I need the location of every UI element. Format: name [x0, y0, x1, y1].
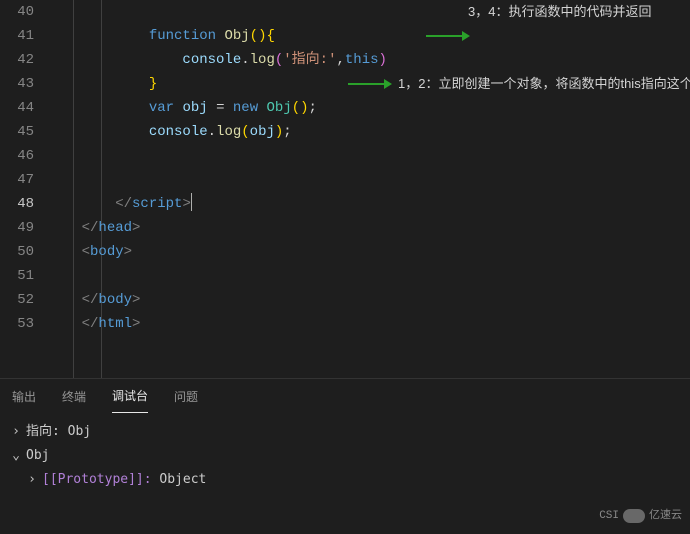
code-line[interactable]: console.log('指向:',this)	[48, 48, 690, 72]
debug-console[interactable]: › 指向: Obj ⌄ Obj › [[Prototype]]: Object	[0, 414, 690, 498]
code-line[interactable]	[48, 264, 690, 288]
code-line[interactable]: function Obj(){	[48, 24, 690, 48]
code-line[interactable]	[48, 144, 690, 168]
console-text: 指向: Obj	[26, 420, 91, 444]
prototype-value: Object	[159, 468, 206, 492]
code-line[interactable]	[48, 168, 690, 192]
prototype-label: [[Prototype]]:	[42, 468, 152, 492]
console-text: Obj	[26, 444, 49, 468]
tab-output[interactable]: 输出	[12, 385, 36, 409]
console-row[interactable]: › 指向: Obj	[10, 420, 680, 444]
code-line[interactable]	[48, 0, 690, 24]
code-editor[interactable]: 4041424344454647484950515253 3，4：执行函数中的代…	[0, 0, 690, 378]
chevron-right-icon[interactable]: ›	[26, 468, 38, 492]
code-line[interactable]: </head>	[48, 216, 690, 240]
tab-terminal[interactable]: 终端	[62, 385, 86, 409]
code-line[interactable]: }	[48, 72, 690, 96]
chevron-right-icon[interactable]: ›	[10, 420, 22, 444]
line-gutter: 4041424344454647484950515253	[0, 0, 48, 378]
tab-debug-console[interactable]: 调试台	[112, 384, 148, 413]
watermark: CSI 亿速云	[599, 504, 682, 528]
chevron-down-icon[interactable]: ⌄	[10, 444, 22, 468]
tab-problems[interactable]: 问题	[174, 385, 198, 409]
code-line[interactable]: </script>	[48, 192, 690, 216]
code-line[interactable]: </body>	[48, 288, 690, 312]
console-row[interactable]: ⌄ Obj	[10, 444, 680, 468]
code-line[interactable]: console.log(obj);	[48, 120, 690, 144]
code-line[interactable]: </html>	[48, 312, 690, 336]
code-content[interactable]: 3，4：执行函数中的代码并返回 1，2：立即创建一个对象，将函数中的this指向…	[48, 0, 690, 378]
panel-tabs: 输出 终端 调试台 问题	[0, 379, 690, 414]
cloud-icon	[623, 509, 645, 523]
panel: 输出 终端 调试台 问题 › 指向: Obj ⌄ Obj › [[Prototy…	[0, 378, 690, 534]
code-line[interactable]: <body>	[48, 240, 690, 264]
code-line[interactable]: var obj = new Obj();	[48, 96, 690, 120]
console-row[interactable]: › [[Prototype]]: Object	[10, 468, 680, 492]
